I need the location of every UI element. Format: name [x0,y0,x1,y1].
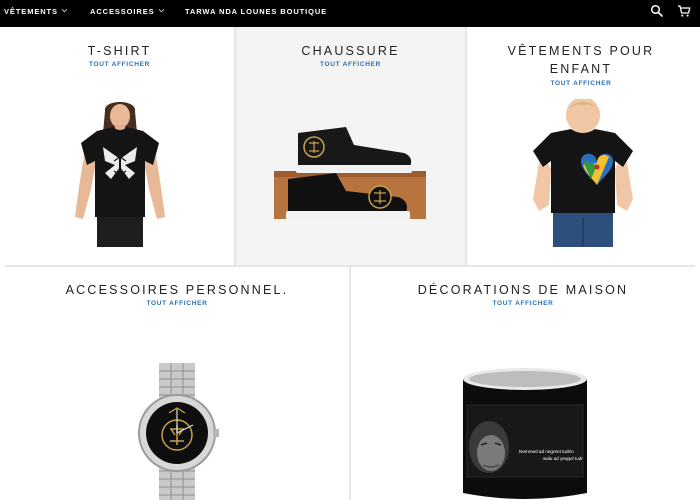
collection-title-line2: ENFANT [549,62,613,76]
collection-tile-accessoires[interactable]: ACCESSOIRES PERSONNEL. TOUT AFFICHER [5,267,349,500]
collection-tile-decorations[interactable]: DÉCORATIONS DE MAISON TOUT AFFICHER Nemm… [351,267,695,500]
mug-print-text: walu ad yeqqel tudr [543,456,583,461]
top-navigation: VÊTEMENTS ACCESSOIRES TARWA NDA LOUNES B… [0,0,700,27]
kids-tshirt-product-image [533,99,633,247]
collection-tile-chaussure[interactable]: CHAUSSURE TOUT AFFICHER [236,27,465,265]
chevron-down-icon [61,6,68,13]
sneakers-product-image [274,127,426,220]
mug-product-image: Nemmed ad negrent tudrin walu ad yeqqel … [459,367,591,500]
collection-title: T-SHIRT [87,44,152,58]
view-all-link[interactable]: TOUT AFFICHER [5,61,234,68]
collection-grid: T-SHIRT TOUT AFFICHER CHAUSSURE TOUT AFF… [5,27,695,500]
mug-print-text: Nemmed ad negrent tudrin [519,449,574,454]
collection-title: DÉCORATIONS DE MAISON [417,283,629,297]
collection-title: VÊTEMENTS POUR [507,44,655,58]
nav-boutique-label: TARWA NDA LOUNES BOUTIQUE [185,6,328,16]
collection-title: ACCESSOIRES PERSONNEL. [65,283,289,297]
mug-shape [463,368,587,499]
nav-accessoires-label: ACCESSOIRES [90,6,155,16]
nav-boutique[interactable]: TARWA NDA LOUNES BOUTIQUE [185,0,327,22]
wristwatch-product-image [138,363,219,500]
cart-icon[interactable] [677,4,691,18]
collection-title: CHAUSSURE [301,44,400,58]
view-all-link[interactable]: TOUT AFFICHER [467,80,695,87]
nav-vetements[interactable]: VÊTEMENTS [4,0,68,22]
nav-vetements-label: VÊTEMENTS [4,6,58,16]
view-all-link[interactable]: TOUT AFFICHER [351,300,695,307]
view-all-link[interactable]: TOUT AFFICHER [236,61,465,68]
nav-accessoires[interactable]: ACCESSOIRES [90,0,164,22]
view-all-link[interactable]: TOUT AFFICHER [5,300,349,307]
collection-tile-enfant[interactable]: VÊTEMENTS POUR ENFANT TOUT AFFICHER [467,27,695,265]
search-icon[interactable] [650,4,664,18]
chevron-down-icon [158,6,164,13]
collection-tile-tshirt[interactable]: T-SHIRT TOUT AFFICHER [5,27,234,265]
tshirt-product-image [75,102,165,247]
